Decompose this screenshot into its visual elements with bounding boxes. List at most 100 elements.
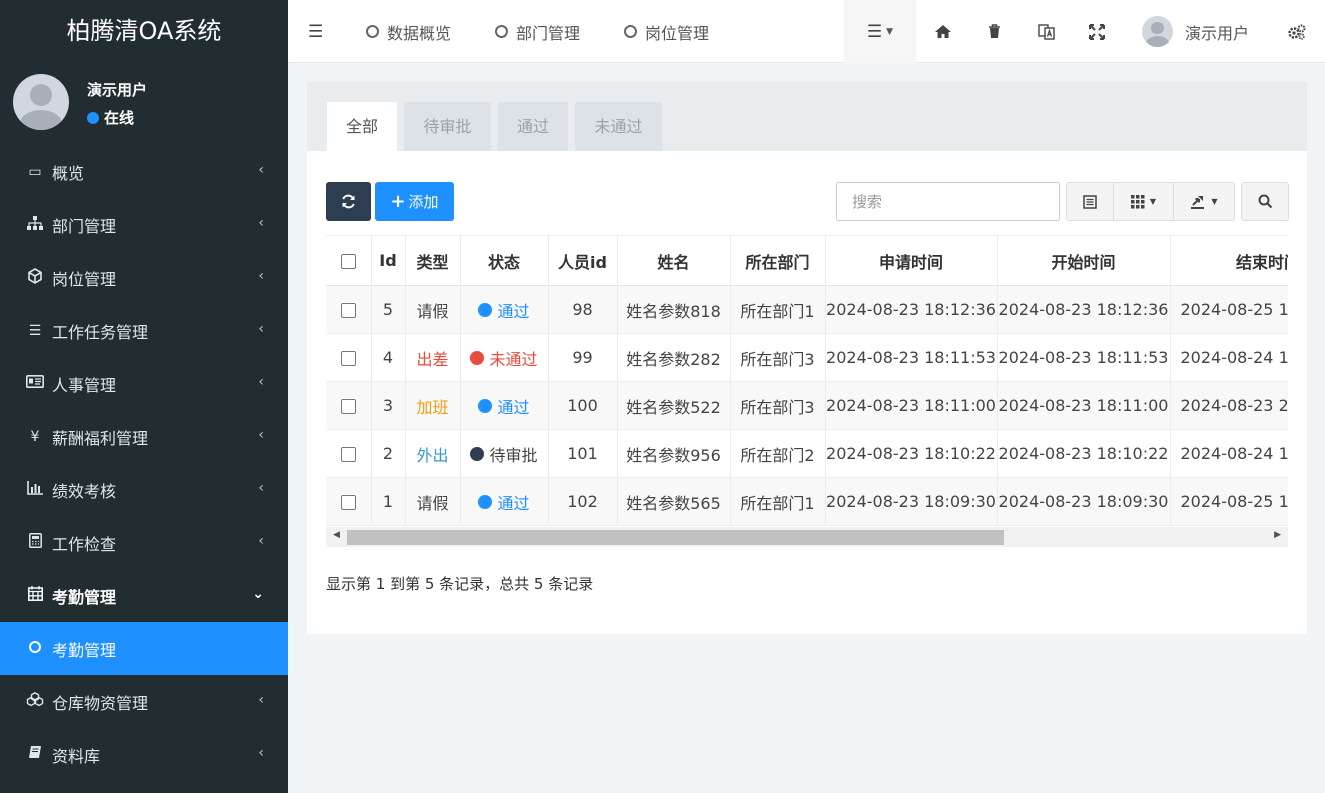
table-row[interactable]: 4 出差 未通过 99 姓名参数282 所在部门3 2024-08-23 18:11:53 2… (326, 333, 1288, 382)
circle-icon (366, 25, 379, 38)
row-select-cell[interactable] (326, 429, 372, 478)
plus-icon: + (390, 191, 406, 212)
sidebar-item-hr[interactable]: 人事管理 ‹ (0, 357, 288, 410)
bar-chart-icon (25, 480, 45, 499)
chevron-left-icon: ‹ (258, 427, 264, 443)
status-dot-icon (478, 494, 493, 509)
tab-pending[interactable]: 待审批 (404, 102, 491, 151)
cell-type: 加班 (405, 381, 461, 430)
row-select-cell[interactable] (326, 285, 372, 334)
caret-down-icon: ▼ (1211, 197, 1218, 206)
chevron-left-icon: ‹ (258, 268, 264, 284)
table-header-row: Id 类型 状态 人员id 姓名 所在部门 申请时间 开始时间 结束时间 (326, 235, 1288, 286)
cell-person-id: 102 (548, 477, 618, 526)
app-logo-title[interactable]: 柏腾清OA系统 (0, 0, 288, 63)
sidebar-item-label: 绩效考核 (52, 481, 117, 501)
sidebar-item-position[interactable]: 岗位管理 ‹ (0, 251, 288, 304)
row-checkbox[interactable] (340, 495, 356, 510)
row-checkbox[interactable] (340, 351, 356, 366)
tab-rejected[interactable]: 未通过 (575, 102, 662, 151)
scroll-left-icon[interactable]: ◀ (333, 530, 340, 540)
sidebar-item-library[interactable]: 资料库 ‹ (0, 728, 288, 781)
tab-label: 岗位管理 (645, 23, 710, 43)
fullscreen-button[interactable] (1089, 0, 1105, 63)
add-button[interactable]: + 添加 (375, 182, 454, 221)
status-label: 通过 (497, 493, 530, 513)
chevron-left-icon: ‹ (258, 374, 264, 390)
row-select-cell[interactable] (326, 333, 372, 382)
tabs-dropdown-button[interactable]: ☰ ▼ (844, 0, 916, 63)
cell-end-time: 2024-08-24 18 (1170, 333, 1288, 382)
column-header-type[interactable]: 类型 (405, 235, 461, 286)
sitemap-icon (25, 215, 45, 234)
circle-icon (25, 640, 45, 657)
column-header-person-id[interactable]: 人员id (548, 235, 618, 286)
cell-name: 姓名参数522 (617, 381, 731, 430)
sidebar-subitem-attendance[interactable]: 考勤管理 (0, 622, 288, 675)
column-header-name[interactable]: 姓名 (617, 235, 731, 286)
caret-down-icon: ▼ (886, 26, 894, 37)
sidebar-item-label: 工作检查 (52, 534, 117, 554)
horizontal-scrollbar[interactable]: ◀ ▶ (326, 527, 1288, 547)
table-row[interactable]: 1 请假 通过 102 姓名参数565 所在部门1 2024-08-23 18:09:30 2… (326, 477, 1288, 526)
sidebar-item-warehouse[interactable]: 仓库物资管理 ‹ (0, 675, 288, 728)
sidebar-item-work-check[interactable]: 工作检查 ‹ (0, 516, 288, 569)
cell-start-time: 2024-08-23 18:12:36 (997, 285, 1171, 334)
scrollbar-thumb[interactable] (347, 530, 1004, 545)
export-icon (1191, 195, 1205, 209)
cell-name: 姓名参数956 (617, 429, 731, 478)
column-header-id[interactable]: Id (371, 235, 406, 286)
column-header-department[interactable]: 所在部门 (730, 235, 826, 286)
table-row[interactable]: 3 加班 通过 100 姓名参数522 所在部门3 2024-08-23 18:11:00 2… (326, 381, 1288, 430)
row-checkbox[interactable] (340, 399, 356, 414)
translate-button[interactable] (1038, 0, 1055, 63)
sidebar-item-work-task[interactable]: ☰ 工作任务管理 ‹ (0, 304, 288, 357)
sidebar-toggle-button[interactable]: ☰ (308, 0, 323, 63)
tab-data-overview[interactable]: 数据概览 (366, 0, 451, 63)
cell-person-id: 98 (548, 285, 618, 334)
sidebar-item-salary[interactable]: ¥ 薪酬福利管理 ‹ (0, 410, 288, 463)
column-header-status[interactable]: 状态 (460, 235, 549, 286)
tab-department[interactable]: 部门管理 (495, 0, 580, 63)
user-status: 在线 (87, 107, 134, 128)
table-row[interactable]: 5 请假 通过 98 姓名参数818 所在部门1 2024-08-23 18:12:36 20… (326, 285, 1288, 334)
table-row[interactable]: 2 外出 待审批 101 姓名参数956 所在部门2 2024-08-23 18:10:22… (326, 429, 1288, 478)
column-header-end-time[interactable]: 结束时间 (1170, 235, 1288, 286)
row-select-cell[interactable] (326, 381, 372, 430)
monitor-icon: ▭ (28, 163, 42, 180)
row-checkbox[interactable] (340, 303, 356, 318)
select-all-cell[interactable] (326, 235, 372, 286)
cell-type: 出差 (405, 333, 461, 382)
sidebar-item-overview[interactable]: ▭ 概览 ‹ (0, 145, 288, 198)
sidebar-item-label: 工作任务管理 (52, 322, 149, 342)
toggle-view-button[interactable] (1066, 182, 1114, 221)
sidebar-item-attendance[interactable]: 考勤管理 ⌄ (0, 569, 288, 622)
cell-status: 通过 (460, 285, 549, 334)
column-header-apply-time[interactable]: 申请时间 (825, 235, 998, 286)
export-dropdown-button[interactable]: ▼ (1173, 182, 1235, 221)
user-menu[interactable]: 演示用户 (1142, 0, 1249, 63)
tab-position[interactable]: 岗位管理 (624, 0, 709, 63)
sidebar-item-department[interactable]: 部门管理 ‹ (0, 198, 288, 251)
sidebar-item-label: 考勤管理 (52, 587, 117, 607)
cell-type: 请假 (405, 285, 461, 334)
sidebar-item-performance[interactable]: 绩效考核 ‹ (0, 463, 288, 516)
advanced-search-button[interactable] (1241, 182, 1289, 221)
settings-button[interactable] (1287, 0, 1306, 63)
cell-status: 未通过 (460, 333, 549, 382)
row-select-cell[interactable] (326, 477, 372, 526)
calendar-icon (25, 586, 45, 605)
sidebar-item-label: 考勤管理 (52, 640, 117, 660)
column-header-start-time[interactable]: 开始时间 (997, 235, 1171, 286)
search-input[interactable] (836, 182, 1060, 221)
refresh-button[interactable] (326, 182, 371, 221)
row-checkbox[interactable] (340, 447, 356, 462)
tab-all[interactable]: 全部 (327, 102, 397, 151)
tab-approved[interactable]: 通过 (498, 102, 568, 151)
clear-cache-button[interactable] (988, 0, 1001, 63)
home-button[interactable] (934, 0, 952, 63)
select-all-checkbox[interactable] (340, 254, 356, 269)
scroll-right-icon[interactable]: ▶ (1274, 530, 1281, 540)
cell-apply-time: 2024-08-23 18:12:36 (825, 285, 998, 334)
columns-dropdown-button[interactable]: ▼ (1113, 182, 1174, 221)
